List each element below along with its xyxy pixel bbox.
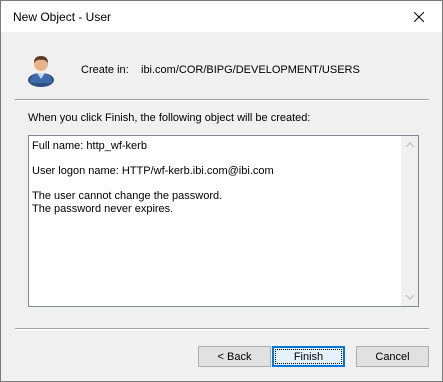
- new-object-user-dialog: New Object - User Create in: ibi.com/COR…: [0, 0, 443, 382]
- finish-button[interactable]: Finish: [272, 346, 345, 367]
- top-divider: [15, 99, 429, 101]
- back-button[interactable]: < Back: [198, 346, 271, 367]
- summary-password-change: The user cannot change the password.: [32, 190, 223, 202]
- chevron-up-icon: [405, 142, 414, 147]
- scroll-up-button[interactable]: [401, 136, 418, 153]
- close-icon: [414, 11, 424, 22]
- intro-text: When you click Finish, the following obj…: [28, 112, 311, 124]
- bottom-divider: [15, 328, 429, 330]
- focus-rectangle: [275, 349, 342, 364]
- user-icon: [28, 56, 54, 87]
- summary-textbox[interactable]: Full name: http_wf-kerb User logon name:…: [28, 135, 419, 307]
- cancel-button[interactable]: Cancel: [356, 346, 429, 367]
- title-bar[interactable]: New Object - User: [1, 1, 442, 32]
- create-in-path: ibi.com/COR/BIPG/DEVELOPMENT/USERS: [141, 64, 360, 76]
- scroll-down-button[interactable]: [401, 289, 418, 306]
- window-title: New Object - User: [13, 10, 112, 24]
- vertical-scrollbar[interactable]: [401, 136, 418, 306]
- create-in-label: Create in:: [81, 64, 129, 76]
- summary-content: Full name: http_wf-kerb User logon name:…: [32, 140, 402, 216]
- back-button-label: < Back: [217, 350, 252, 363]
- close-button[interactable]: [396, 1, 442, 32]
- summary-full-name: Full name: http_wf-kerb: [32, 140, 147, 152]
- cancel-button-label: Cancel: [375, 350, 410, 363]
- summary-logon-name: User logon name: HTTP/wf-kerb.ibi.com@ib…: [32, 165, 274, 177]
- chevron-down-icon: [405, 295, 414, 300]
- summary-password-expiry: The password never expires.: [32, 203, 174, 215]
